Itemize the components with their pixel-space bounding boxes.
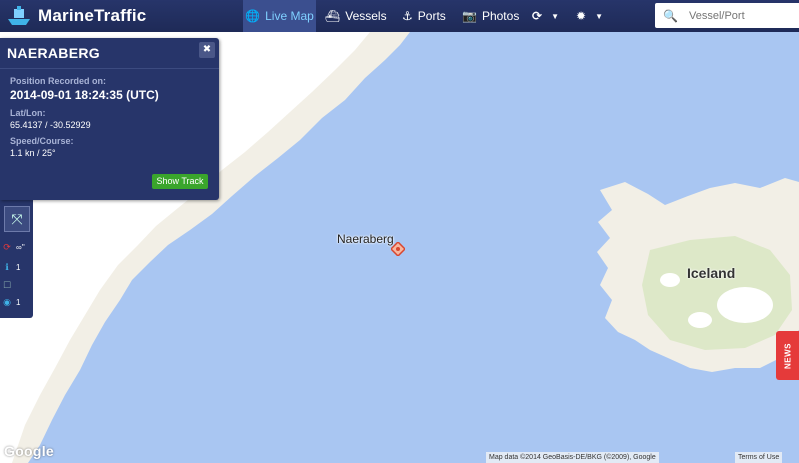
tool-refresh[interactable]: ⟳ ∞'' <box>2 242 25 253</box>
marinetraffic-logo-icon <box>8 6 30 25</box>
refresh-icon: ⟳ <box>3 242 11 252</box>
chevron-down-icon: ▼ <box>551 11 559 21</box>
tool-info[interactable]: ℹ 1 <box>2 262 20 273</box>
position-time: 2014-09-01 18:24:35 (UTC) <box>10 88 159 102</box>
search-input[interactable] <box>687 8 791 23</box>
show-track-button[interactable]: Show Track <box>152 174 208 189</box>
nav-live-map[interactable]: 🌐 Live Map <box>243 0 316 32</box>
checkbox-icon: ☐ <box>2 280 12 290</box>
google-logo: Google <box>4 443 55 459</box>
globe-icon: 🌐 <box>245 9 261 23</box>
eye-icon: ◉ <box>3 297 11 307</box>
terms-link[interactable]: Terms of Use <box>735 452 783 463</box>
speed-value: 1.1 kn / 25° <box>10 148 56 158</box>
nav-photos-label: Photos <box>481 9 520 23</box>
top-navbar: MarineTraffic 🌐 Live Map ⛴ Vessels ⚓ Por… <box>0 0 799 32</box>
map-attribution: Map data ©2014 GeoBasis-DE/BKG (©2009), … <box>486 452 659 463</box>
eye-count: 1 <box>16 298 21 307</box>
latlon-label: Lat/Lon: <box>10 108 46 118</box>
info-panel-header: NAERABERG ✖ <box>0 38 219 69</box>
chevron-down-icon: ▼ <box>595 11 603 21</box>
nav-vessels-label: Vessels <box>345 9 387 23</box>
nav-vessels[interactable]: ⛴ Vessels <box>325 0 387 32</box>
vessel-map-label[interactable]: Naeraberg <box>337 232 394 246</box>
refresh-value: ∞'' <box>16 243 25 252</box>
news-tab[interactable]: NEWS <box>776 331 799 380</box>
camera-icon: 📷 <box>462 9 477 23</box>
fullscreen-icon[interactable]: ⤧ <box>4 206 30 232</box>
gear-icon: ✹ <box>576 9 587 23</box>
nav-photos[interactable]: 📷 Photos <box>462 0 519 32</box>
search-box: 🔍 <box>655 3 799 28</box>
speed-label: Speed/Course: <box>10 136 74 146</box>
ship-icon: ⛴ <box>325 9 341 23</box>
nav-live-map-label: Live Map <box>265 9 314 23</box>
vessel-name: NAERABERG <box>7 45 100 61</box>
nav-ports-label: Ports <box>417 9 446 23</box>
position-label: Position Recorded on: <box>10 76 107 86</box>
latlon-value: 65.4137 / -30.52929 <box>10 120 91 130</box>
brand-logo[interactable]: MarineTraffic <box>6 2 146 30</box>
news-label: NEWS <box>783 342 792 369</box>
nav-sync-menu[interactable]: ⟳ ▼ <box>532 0 559 32</box>
vessel-marker-icon[interactable] <box>391 242 405 256</box>
nav-settings-menu[interactable]: ✹ ▼ <box>576 0 603 32</box>
info-count: 1 <box>16 263 21 272</box>
brand-name: MarineTraffic <box>38 6 147 25</box>
country-label: Iceland <box>687 265 736 281</box>
search-icon[interactable]: 🔍 <box>663 9 679 23</box>
tool-checkbox[interactable]: ☐ <box>2 280 16 291</box>
close-button[interactable]: ✖ <box>199 42 215 58</box>
nav-ports[interactable]: ⚓ Ports <box>402 0 446 32</box>
sync-icon: ⟳ <box>532 9 543 23</box>
vessel-info-panel: NAERABERG ✖ Position Recorded on: 2014-0… <box>0 38 219 200</box>
side-toolbar: ⤧ ⟳ ∞'' ℹ 1 ☐ ◉ 1 <box>0 200 33 318</box>
anchor-icon: ⚓ <box>402 9 413 23</box>
tool-eye[interactable]: ◉ 1 <box>2 297 20 308</box>
info-icon: ℹ <box>5 262 9 272</box>
